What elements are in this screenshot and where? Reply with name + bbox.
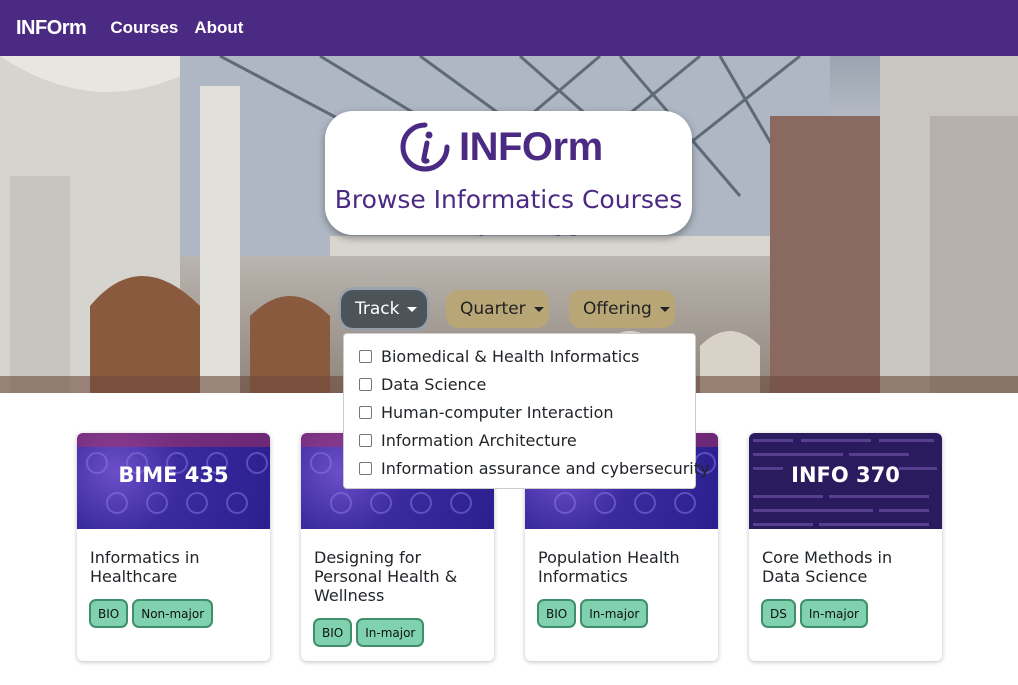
tag-badge: In-major [356, 618, 425, 647]
nav-link-about[interactable]: About [194, 18, 243, 38]
checkbox[interactable] [359, 461, 372, 475]
brand-link[interactable]: INFOrm [16, 17, 87, 40]
course-code: INFO 370 [791, 463, 900, 487]
course-title: Core Methods in Data Science [762, 548, 893, 586]
tag-badge: In-major [799, 599, 868, 628]
tag-badge: Non-major [132, 599, 214, 628]
track-filter-label: Track [355, 299, 400, 319]
course-tags: BIO In-major [537, 599, 652, 628]
track-option-label: Information Architecture [381, 430, 577, 450]
caret-down-icon [407, 306, 418, 312]
track-option-data-science[interactable]: Data Science [344, 370, 695, 398]
course-title: Informatics in Healthcare [90, 548, 200, 586]
checkbox[interactable] [359, 349, 372, 363]
course-card-bime-435[interactable]: BIME 435 Informatics in Healthcare BIO N… [77, 433, 270, 661]
track-option-label: Biomedical & Health Informatics [381, 346, 640, 366]
course-title: Population Health Informatics [538, 548, 680, 586]
caret-down-icon [659, 306, 670, 312]
track-option-label: Data Science [381, 374, 487, 394]
checkbox[interactable] [359, 405, 372, 419]
course-tags: BIO Non-major [89, 599, 217, 628]
track-dropdown-menu: Biomedical & Health Informatics Data Sci… [343, 333, 709, 489]
track-option-label: Human-computer Interaction [381, 402, 614, 422]
quarter-filter-label: Quarter [460, 299, 526, 319]
caret-down-icon [533, 306, 544, 312]
hero-subtitle: Browse Informatics Courses [334, 185, 683, 214]
tag-badge: BIO [537, 599, 577, 628]
offering-filter-button[interactable]: Offering [569, 290, 675, 328]
logo-wordmark: INFOrm [459, 124, 603, 169]
course-tags: DS In-major [761, 599, 872, 628]
tag-badge: BIO [89, 599, 129, 628]
course-tags: BIO In-major [313, 618, 428, 647]
logo-card: INFOrm Browse Informatics Courses [325, 111, 692, 235]
checkbox[interactable] [359, 377, 372, 391]
course-title: Designing for Personal Health & Wellness [314, 548, 458, 605]
tag-badge: BIO [313, 618, 353, 647]
track-option-bhi[interactable]: Biomedical & Health Informatics [344, 342, 695, 370]
course-image: INFO 370 [749, 433, 942, 529]
course-card-info-370[interactable]: INFO 370 Core Methods in Data Science DS… [749, 433, 942, 661]
track-option-ia[interactable]: Information Architecture [344, 426, 695, 454]
track-option-label: Information assurance and cybersecurity [381, 458, 710, 478]
quarter-filter-button[interactable]: Quarter [446, 290, 549, 328]
course-code: BIME 435 [118, 463, 229, 487]
tag-badge: DS [761, 599, 796, 628]
nav-link-courses[interactable]: Courses [110, 18, 178, 38]
track-option-hci[interactable]: Human-computer Interaction [344, 398, 695, 426]
navbar: INFOrm Courses About [0, 0, 1018, 56]
info-i-icon [400, 122, 450, 172]
track-filter-button[interactable]: Track [341, 290, 427, 328]
offering-filter-label: Offering [583, 299, 652, 319]
logo: INFOrm [400, 122, 603, 172]
checkbox[interactable] [359, 433, 372, 447]
track-option-cybersecurity[interactable]: Information assurance and cybersecurity [344, 454, 709, 482]
course-image: BIME 435 [77, 433, 270, 529]
tag-badge: In-major [580, 599, 649, 628]
